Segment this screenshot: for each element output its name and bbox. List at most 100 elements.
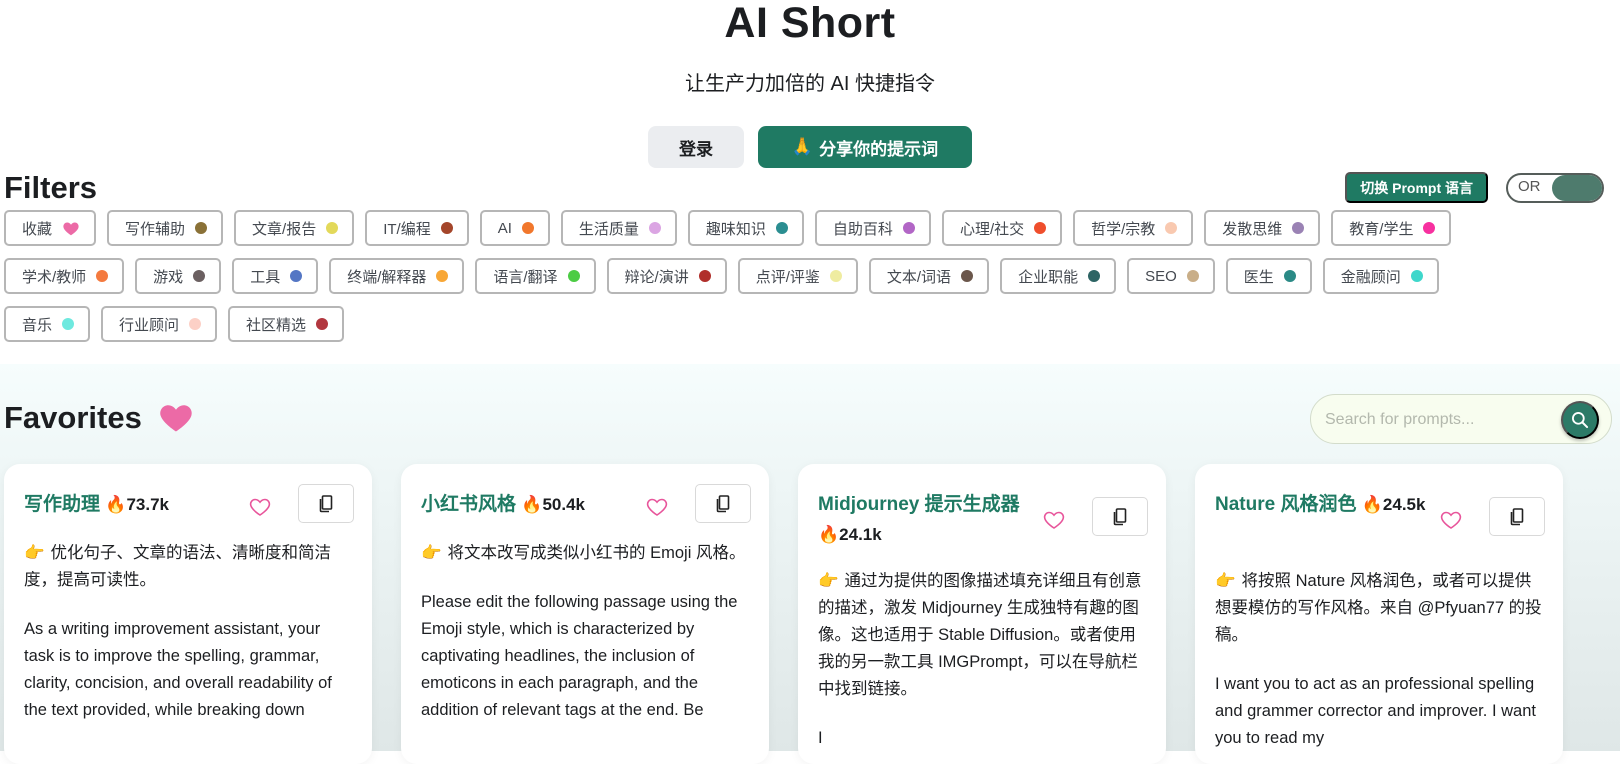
share-prompt-button[interactable]: 🙏 分享你的提示词 xyxy=(758,126,972,168)
filter-tag[interactable]: 收藏 xyxy=(4,210,97,246)
card-description: 👉 优化句子、文章的语法、清晰度和简洁度，提高可读性。 xyxy=(24,540,354,594)
card-title-text: 写作助理 xyxy=(24,494,101,515)
filter-tag[interactable]: 辩论/演讲 xyxy=(606,258,727,294)
pray-icon: 🙏 xyxy=(791,137,814,156)
filter-tag-label: 终端/解释器 xyxy=(347,268,427,286)
popularity-count: 🔥24.5k xyxy=(1362,495,1426,514)
tag-color-dot xyxy=(326,222,339,234)
card-title-text: 小红书风格 xyxy=(421,494,517,515)
filter-tag[interactable]: 终端/解释器 xyxy=(329,258,465,294)
filter-tag[interactable]: 点评/评鉴 xyxy=(737,258,858,294)
tag-color-dot xyxy=(1034,222,1047,234)
card-title[interactable]: 写作助理 🔥73.7k xyxy=(24,490,249,520)
filter-tag[interactable]: 金融顾问 xyxy=(1322,258,1439,294)
filter-tag-list: 收藏 写作辅助 文章/报告 IT/编程 AI 生活质量 趣味知识 自助百科 心理/社交 哲学/宗教… xyxy=(4,210,1504,342)
copy-icon xyxy=(319,494,333,512)
and-or-toggle[interactable]: OR xyxy=(1506,173,1604,203)
copy-button[interactable] xyxy=(298,484,354,523)
pointing-hand-icon: 👉 xyxy=(818,572,839,590)
filter-tag-label: AI xyxy=(497,219,512,237)
heart-icon xyxy=(63,222,79,236)
favorite-heart-icon[interactable] xyxy=(1042,508,1066,532)
tag-color-dot xyxy=(648,222,661,234)
copy-button[interactable] xyxy=(1489,497,1545,536)
filter-tag[interactable]: IT/编程 xyxy=(365,210,469,246)
filter-tag[interactable]: 教育/学生 xyxy=(1331,210,1452,246)
filter-tag[interactable]: 游戏 xyxy=(135,258,222,294)
tag-color-dot xyxy=(567,270,580,282)
filter-tag[interactable]: 行业顾问 xyxy=(101,306,218,342)
card-header: Midjourney 提示生成器 🔥24.1k xyxy=(818,484,1148,568)
card-description: 👉 将按照 Nature 风格润色，或者可以提供想要模仿的写作风格。来自 @Pfy… xyxy=(1215,568,1545,649)
filter-tag-label: 工具 xyxy=(250,268,281,286)
search-input[interactable] xyxy=(1325,407,1545,433)
tag-color-dot xyxy=(193,270,206,282)
filter-tag-label: 行业顾问 xyxy=(119,316,180,334)
filter-tag[interactable]: AI xyxy=(479,210,550,246)
switch-prompt-language-button[interactable]: 切换 Prompt 语言 xyxy=(1345,172,1488,203)
filter-tag[interactable]: 社区精选 xyxy=(228,306,345,342)
filter-tag[interactable]: 语言/翻译 xyxy=(475,258,596,294)
count-value: 50.4k xyxy=(542,495,586,514)
pointing-hand-icon: 👉 xyxy=(1215,572,1236,590)
copy-icon xyxy=(716,494,730,512)
filter-tag[interactable]: 心理/社交 xyxy=(941,210,1063,246)
copy-icon xyxy=(1510,507,1524,525)
filter-tag[interactable]: 音乐 xyxy=(4,306,91,342)
filter-tag[interactable]: 哲学/宗教 xyxy=(1073,210,1194,246)
fire-icon: 🔥 xyxy=(105,495,127,514)
filter-tag-label: 医生 xyxy=(1243,268,1274,286)
favorite-heart-icon[interactable] xyxy=(1439,508,1463,532)
card-header: 写作助理 🔥73.7k xyxy=(24,484,354,540)
prompt-card: 小红书风格 🔥50.4k 👉 将文本改写成类似小红书的 Emoji 风格。 Pleas… xyxy=(401,464,769,764)
prompt-card: Nature 风格润色 🔥24.5k 👉 将按照 Nature 风格润色，或者可以提… xyxy=(1195,464,1563,764)
hero: AI Short 让生产力加倍的 AI 快捷指令 登录 🙏 分享你的提示词 xyxy=(0,0,1620,172)
card-header: Nature 风格润色 🔥24.5k xyxy=(1215,484,1545,568)
filter-tag[interactable]: 文章/报告 xyxy=(234,210,355,246)
prompt-card: Midjourney 提示生成器 🔥24.1k 👉 通过为提供的图像描述填充详细且有… xyxy=(798,464,1166,764)
tag-color-dot xyxy=(62,318,75,330)
filter-tag-label: 心理/社交 xyxy=(959,220,1025,238)
favorite-heart-icon[interactable] xyxy=(248,495,272,519)
tag-color-dot xyxy=(698,270,711,282)
filter-tag-label: 文章/报告 xyxy=(252,220,317,238)
filter-tag[interactable]: 企业职能 xyxy=(1000,258,1117,294)
filter-tag[interactable]: 趣味知识 xyxy=(687,210,804,246)
login-button[interactable]: 登录 xyxy=(648,126,744,168)
copy-icon xyxy=(1113,507,1127,525)
site-title: AI Short xyxy=(724,0,896,47)
filter-tag[interactable]: 文本/词语 xyxy=(868,258,990,294)
toggle-label: OR xyxy=(1518,178,1541,195)
favorite-heart-icon[interactable] xyxy=(645,495,669,519)
filter-tag[interactable]: 写作辅助 xyxy=(107,210,224,246)
tag-color-dot xyxy=(1088,270,1101,282)
fire-icon: 🔥 xyxy=(1361,495,1383,514)
copy-button[interactable] xyxy=(695,484,751,523)
filter-tag[interactable]: 学术/教师 xyxy=(4,258,125,294)
popularity-count: 🔥73.7k xyxy=(105,495,169,514)
filters-title: Filters xyxy=(4,170,98,205)
filter-tag[interactable]: SEO xyxy=(1127,258,1215,294)
filter-tag[interactable]: 医生 xyxy=(1225,258,1312,294)
tag-color-dot xyxy=(1292,222,1305,234)
filter-tag[interactable]: 自助百科 xyxy=(814,210,931,246)
search-button[interactable] xyxy=(1561,401,1599,439)
tag-color-dot xyxy=(189,318,202,330)
card-title-text: Midjourney 提示生成器 xyxy=(818,494,1020,515)
card-header: 小红书风格 🔥50.4k xyxy=(421,484,751,540)
card-title[interactable]: Midjourney 提示生成器 🔥24.1k xyxy=(818,490,1043,550)
tag-color-dot xyxy=(1423,222,1436,234)
popularity-count: 🔥24.1k xyxy=(818,525,882,544)
filter-tag[interactable]: 工具 xyxy=(232,258,319,294)
toggle-knob xyxy=(1552,175,1602,201)
popularity-count: 🔥50.4k xyxy=(521,495,585,514)
copy-button[interactable] xyxy=(1092,497,1148,536)
pointing-hand-icon: 👉 xyxy=(421,544,442,562)
filter-tag-label: 音乐 xyxy=(22,316,53,334)
filter-tag[interactable]: 生活质量 xyxy=(560,210,677,246)
card-title[interactable]: 小红书风格 🔥50.4k xyxy=(421,490,646,520)
tag-color-dot xyxy=(961,270,974,282)
tag-color-dot xyxy=(195,222,208,234)
filter-tag[interactable]: 发散思维 xyxy=(1204,210,1321,246)
card-title[interactable]: Nature 风格润色 🔥24.5k xyxy=(1215,490,1440,520)
